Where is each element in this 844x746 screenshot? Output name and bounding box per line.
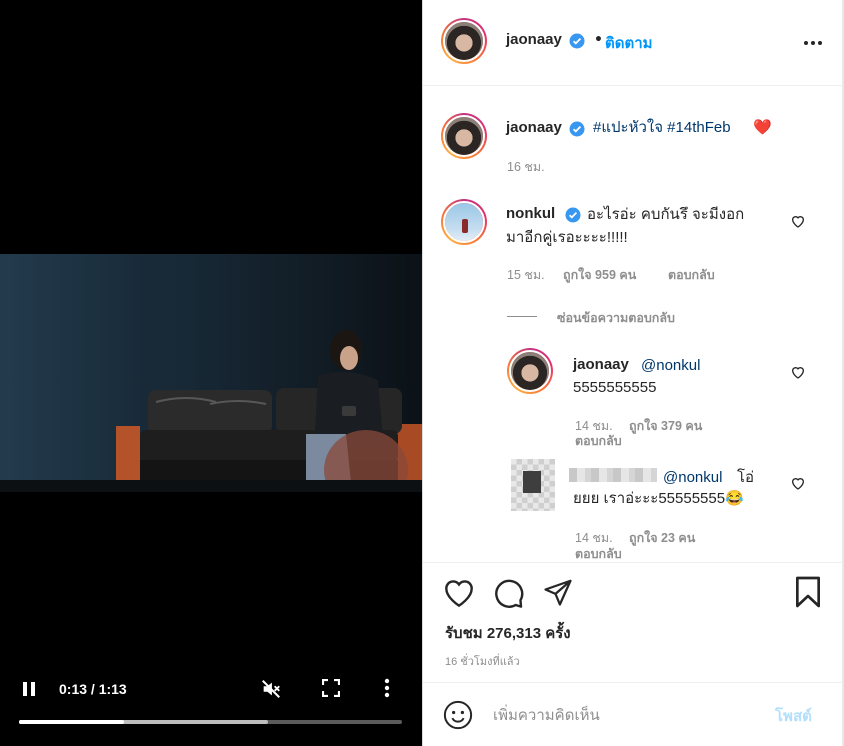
post-button[interactable]: โพสต์ [775,704,812,728]
paper-plane-icon[interactable] [542,577,574,607]
video-time: 0:13 / 1:13 [59,681,127,697]
comment-text-line2: มาอีกคู่เรอะะะะ!!!!! [506,229,628,246]
verified-badge-icon [569,121,585,137]
reply-mention[interactable]: @nonkul [663,467,722,488]
pixelated-username[interactable] [569,468,657,482]
reply-likes[interactable]: ถูกใจ 379 คน [629,416,702,436]
smiley-icon[interactable] [443,700,473,730]
verified-badge-icon [565,207,581,223]
reply-avatar[interactable] [507,348,553,394]
post-actions: รับชม 276,313 ครั้ง 16 ชั่วโมงที่แล้ว [423,562,843,682]
fullscreen-icon[interactable] [321,678,342,699]
post-details: jaonaay • ติดตาม jaonaay #แปะหัวใจ #14th… [422,0,844,746]
comment-text: อะไรอ่ะ คบกันรึ จะมีงอก [587,206,745,223]
video-progress-bar[interactable] [19,720,402,724]
video-scene [0,330,422,492]
comment-bubble-icon[interactable] [493,577,525,609]
avatar[interactable] [441,18,487,64]
video-controls: 0:13 / 1:13 [0,672,422,746]
heart-icon[interactable] [443,578,475,608]
sofa-back-left [148,390,272,434]
separator-dot: • [594,32,603,48]
hide-replies-button[interactable]: ซ่อนข้อความตอบกลับ [557,308,675,328]
floor [0,480,422,492]
reply-like-icon[interactable] [790,364,806,380]
person-face [340,346,358,370]
comments-list[interactable]: jaonaay #แปะหัวใจ #14thFeb ❤️ 16 ชม. non… [423,87,843,562]
reply-mention[interactable]: @nonkul [641,355,700,376]
verified-badge-icon [569,33,585,49]
replies-divider [507,316,537,317]
reply-text-line2: ยยย เราอ่ะะะ55555555😂 [573,490,744,507]
post-timestamp[interactable]: 16 ชั่วโมงที่แล้ว [445,652,520,670]
sofa-arm-left [116,426,140,488]
post-modal: 0:13 / 1:13 jaonaay • ติดตาม jaonaay #แป… [0,0,844,746]
mute-icon[interactable] [260,678,282,700]
caption-hashtags[interactable]: #แปะหัวใจ #14thFeb [593,117,731,138]
add-comment-bar: โพสต์ [423,682,843,746]
caption-avatar[interactable] [441,113,487,159]
reply-like-icon[interactable] [790,475,806,491]
view-count[interactable]: รับชม 276,313 ครั้ง [445,621,571,645]
reply-text: โอ่ [737,469,755,486]
reply-reply-button[interactable]: ตอบกลับ [575,544,622,562]
reply-text: 5555555555 [573,379,657,396]
heart-emoji: ❤️ [753,119,772,136]
pixelated-avatar[interactable] [511,459,555,511]
video-player[interactable]: 0:13 / 1:13 [0,0,422,746]
reply-reply-button[interactable]: ตอบกลับ [575,431,622,451]
caption-time[interactable]: 16 ชม. [507,157,545,177]
phone [342,406,356,416]
comment-input[interactable] [493,703,763,727]
pause-button[interactable] [20,680,38,698]
author-username[interactable]: jaonaay [506,31,562,48]
comment-reply-button[interactable]: ตอบกลับ [668,265,715,285]
comment-time[interactable]: 15 ชม. [507,265,545,285]
comment-username[interactable]: nonkul [506,205,555,222]
reply-likes[interactable]: ถูกใจ 23 คน [629,528,695,548]
played-bar [19,720,125,724]
commenter-avatar[interactable] [441,199,487,245]
comment-likes[interactable]: ถูกใจ 959 คน [563,265,636,285]
post-header: jaonaay • ติดตาม [423,0,843,86]
more-horizontal-icon[interactable] [803,40,823,46]
bookmark-icon[interactable] [794,576,822,608]
caption-username[interactable]: jaonaay [506,119,562,136]
reply-username[interactable]: jaonaay [573,356,629,373]
more-vertical-icon[interactable] [384,678,396,700]
follow-button[interactable]: ติดตาม [605,31,653,55]
comment-like-icon[interactable] [790,213,806,229]
